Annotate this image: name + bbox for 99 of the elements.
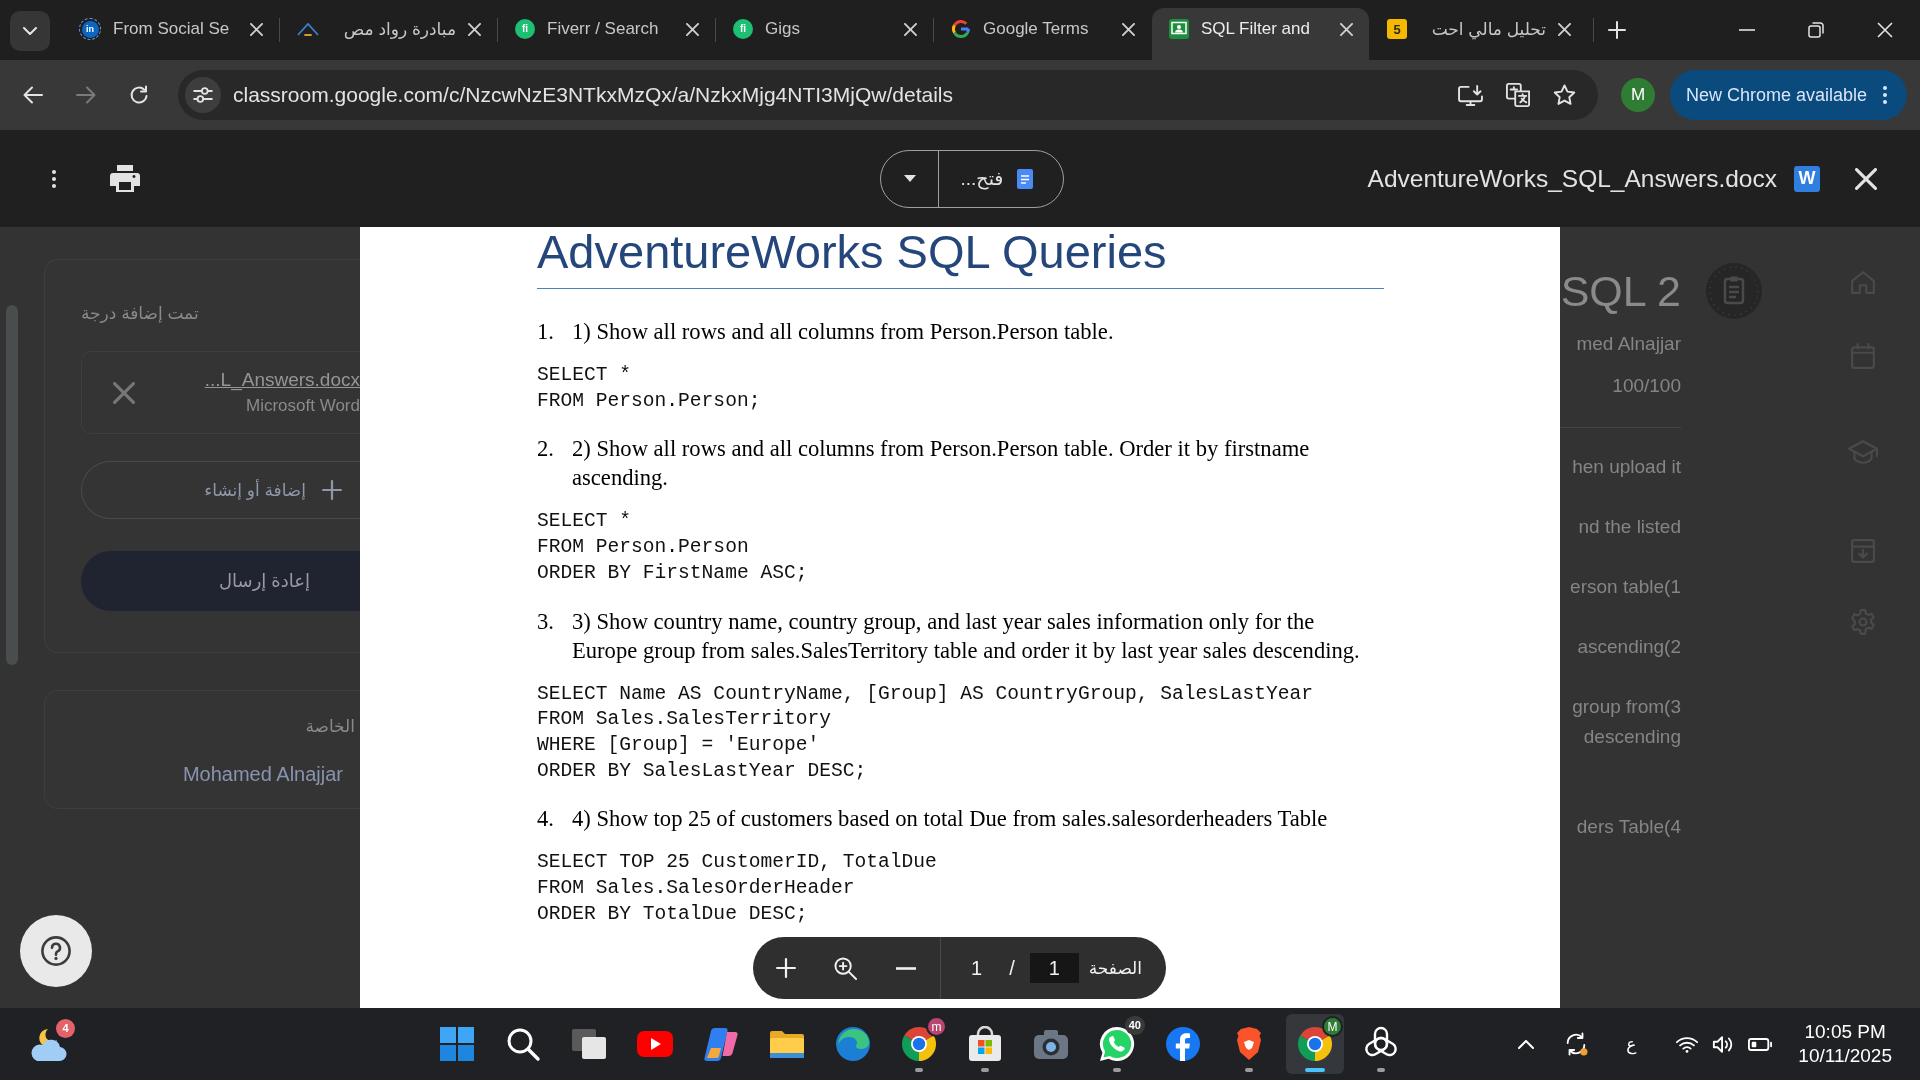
description-text: ascending(2: [1577, 635, 1681, 659]
tab-search-button[interactable]: [10, 11, 50, 51]
author-name: Mohamed Alnajjar: [182, 762, 343, 787]
update-button[interactable]: New Chrome available: [1670, 70, 1907, 120]
list-number: 4.: [537, 805, 555, 834]
search-icon: [505, 1026, 541, 1062]
resubmit-button[interactable]: إعادة إرسال: [81, 551, 360, 611]
list-number: 3.: [537, 607, 555, 636]
document-title: AdventureWorks SQL Queries: [537, 227, 1384, 289]
description-text: ders Table(4: [1576, 815, 1681, 839]
restore-icon[interactable]: [1807, 22, 1824, 38]
clock-time[interactable]: 10:05 PM: [1804, 1020, 1886, 1044]
sql-code-text: SELECT * FROM Person.Person ORDER BY FirstName ASC;: [537, 509, 809, 586]
browser-tab[interactable]: SQL Filter and: [1152, 8, 1369, 60]
file-name: AdventureWorks_SQL_Answers.docx: [1367, 164, 1777, 193]
description-text: group from(3: [1572, 695, 1681, 719]
browser-tab[interactable]: in From Social Se: [62, 8, 279, 60]
list-number: 1.: [537, 318, 555, 346]
site-info-button[interactable]: [185, 77, 221, 113]
kebab-menu-icon: [1883, 86, 1887, 104]
section-heading: الخاصة: [305, 716, 355, 738]
description-text: descending: [1583, 725, 1681, 749]
plus-icon[interactable]: [776, 958, 796, 978]
clock-date[interactable]: 10/11/2025: [1798, 1044, 1892, 1068]
wifi-icon[interactable]: [1676, 1035, 1699, 1053]
avatar-badge: m: [926, 1016, 947, 1037]
taskbar-button[interactable]: M: [1286, 1014, 1344, 1074]
minimize-icon[interactable]: [1738, 29, 1755, 31]
description-text: erson table(1: [1570, 575, 1681, 599]
monitor-download-icon[interactable]: [1458, 84, 1483, 106]
chevron-up-icon[interactable]: [1518, 1039, 1535, 1049]
printer-icon[interactable]: [110, 165, 140, 192]
person-board-icon: [1169, 19, 1189, 39]
tent-icon: [297, 22, 319, 36]
back-arrow-icon[interactable]: [23, 86, 43, 104]
attachment-card[interactable]: ...L_Answers.docx Microsoft Word: [81, 351, 360, 434]
letter-tile-icon: W: [1794, 165, 1820, 192]
list-number: 2.: [537, 435, 555, 464]
plus-icon[interactable]: [1608, 21, 1626, 39]
wave-circle-icon: [835, 1026, 871, 1062]
taskbar-button[interactable]: 40: [1088, 1014, 1146, 1074]
file-type-text: Microsoft Word: [246, 396, 360, 416]
chevron-down-icon: [23, 27, 37, 35]
sync-icon[interactable]: [1564, 1032, 1589, 1056]
page-separator: /: [1009, 956, 1015, 980]
segmented-ring-icon: [951, 19, 971, 39]
page-number-field[interactable]: 1: [1029, 953, 1079, 983]
f-logo-circle-icon: [1165, 1026, 1201, 1062]
clipboard-circle-icon: [1706, 263, 1762, 319]
caret-down-icon[interactable]: [903, 175, 916, 182]
square-badge-icon: 5: [1387, 19, 1407, 39]
description-text: hen upload it: [1572, 455, 1681, 479]
battery-icon[interactable]: [1748, 1037, 1773, 1051]
browser-tab[interactable]: fi Gigs: [716, 8, 933, 60]
sql-code-text: SELECT Name AS CountryName, [Group] AS CountryGroup, SalesLastYear FROM Sales.SalesTerritory WHERE [Group] = 'Europe' ORDER BY SalesLastYear DESC;: [537, 681, 1315, 784]
plus-icon: [322, 480, 342, 500]
circle-badge-icon: fi: [733, 19, 753, 39]
question-text: 1) Show all rows and all columns from Person.Person table.: [572, 318, 1115, 346]
star-icon[interactable]: [1553, 84, 1576, 106]
translate-icon[interactable]: [1506, 83, 1530, 107]
browser-tab[interactable]: مبادرة رواد مص: [280, 8, 497, 60]
question-text: 2) Show all rows and all columns from Person.Person table. Order it by firstname ascending.: [572, 435, 1311, 493]
taskbar-button[interactable]: m: [890, 1014, 948, 1074]
sql-code-text: SELECT TOP 25 CustomerID, TotalDue FROM Sales.SalesOrderHeader ORDER BY TotalDue DESC;: [537, 850, 938, 927]
zoom-in-icon[interactable]: [834, 956, 857, 980]
question-text: 3) Show country name, country group, and last year sales information only for the Europe group from sales.SalesTerritory table and order it by last year sales descending.: [572, 607, 1361, 665]
gradient-swirl-icon: [703, 1026, 739, 1062]
attachment-link[interactable]: ...L_Answers.docx: [204, 369, 360, 391]
stacked-windows-icon: [571, 1026, 607, 1062]
page-count: 1: [971, 956, 983, 980]
minus-icon[interactable]: [896, 966, 916, 970]
assignment-title: SQL 2: [1560, 266, 1681, 317]
grade-status-text: تمت إضافة درجة: [81, 303, 199, 325]
count-badge: 40: [1124, 1016, 1145, 1035]
help-icon: [41, 936, 71, 966]
reload-icon[interactable]: [129, 85, 149, 105]
browser-tab[interactable]: Google Terms: [934, 8, 1151, 60]
profile-avatar[interactable]: M: [1621, 78, 1655, 112]
tune-icon: [193, 87, 213, 103]
document-icon: [1017, 168, 1034, 189]
kebab-menu-icon[interactable]: [52, 169, 56, 188]
author-name: med Alnajjar: [1576, 332, 1681, 356]
description-text: nd the listed: [1578, 515, 1681, 539]
open-button[interactable]: فتح...: [938, 150, 1064, 207]
scrollbar[interactable]: [6, 305, 18, 665]
circle-badge-icon: fi: [515, 19, 535, 39]
volume-icon[interactable]: [1712, 1034, 1735, 1054]
question-text: 4) Show top 25 of customers based on total Due from sales.salesorderheaders Table: [572, 805, 1329, 834]
four-tiles-icon: [439, 1026, 475, 1062]
browser-tab[interactable]: fi Fiverr / Search: [498, 8, 715, 60]
input-language[interactable]: ع: [1626, 1033, 1637, 1055]
moon-cloud-icon[interactable]: [28, 1026, 68, 1062]
avatar-badge: M: [1322, 1016, 1343, 1037]
page-label: الصفحة: [1088, 957, 1143, 979]
points-text: 100/100: [1612, 374, 1681, 398]
sql-code-text: SELECT * FROM Person.Person;: [537, 363, 762, 414]
address-bar[interactable]: classroom.google.com/c/NzcwNzE3NTkxMzQx/a/NzkxMjg4NTI3MjQw/details: [178, 70, 1598, 120]
count-badge: 4: [56, 1019, 75, 1038]
shopping-bag-icon: [967, 1026, 1003, 1062]
